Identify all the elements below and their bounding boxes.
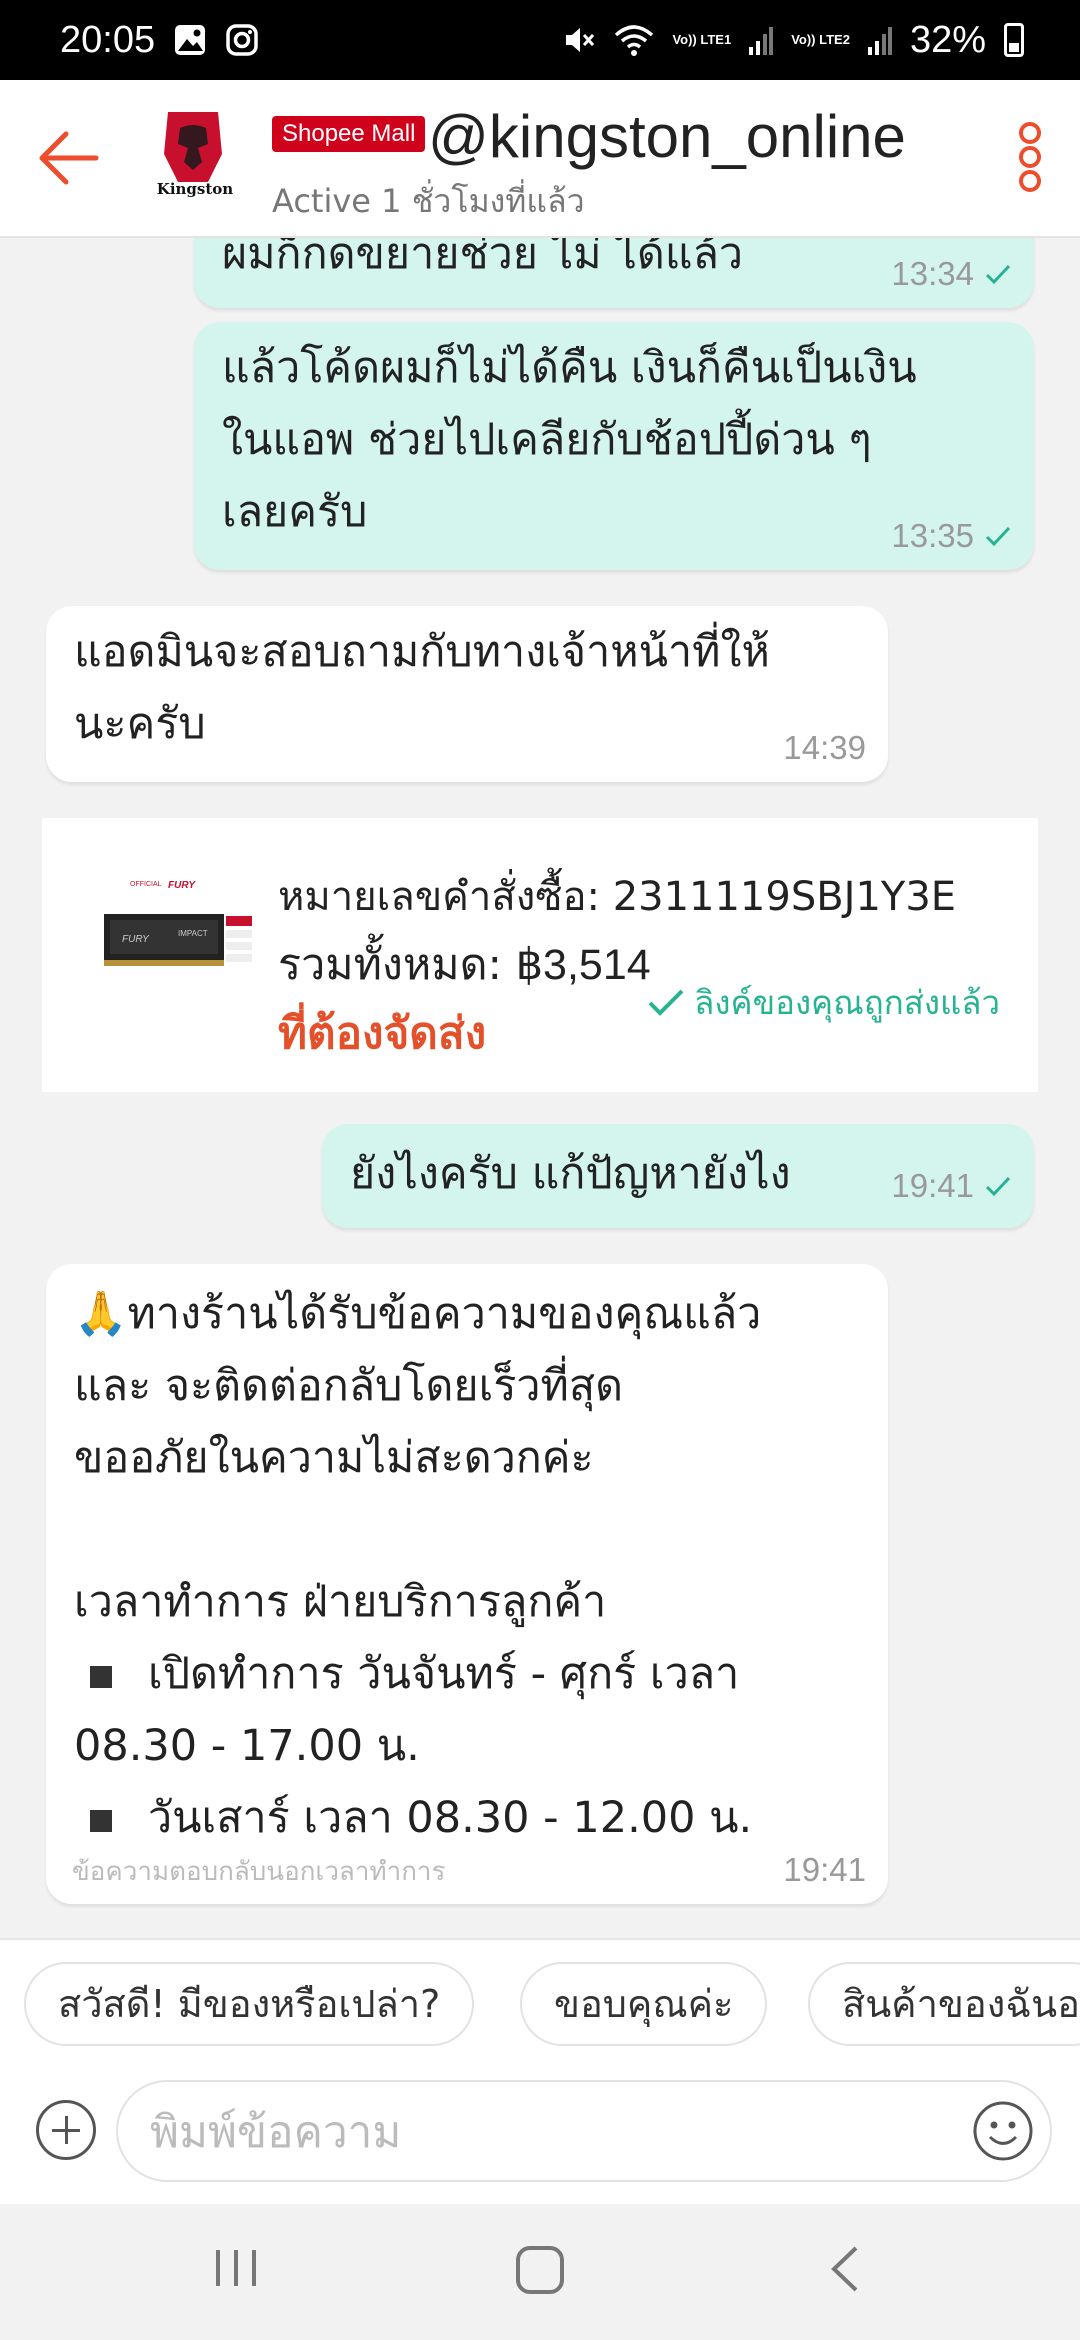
mute-icon: [562, 23, 596, 57]
message-time: 13:34: [891, 254, 1012, 294]
auto-reply-note: ข้อความตอบกลับนอกเวลาทำการ: [72, 1857, 446, 1887]
message-line: 08.30 - 17.00 น.: [74, 1721, 420, 1771]
instagram-icon: [225, 23, 259, 57]
home-icon[interactable]: [514, 2244, 566, 2296]
message-line: แอดมินจะสอบถามกับทางเจ้าหน้าที่ให้: [74, 627, 770, 677]
chat-header: Kingston Shopee Mall @kingston_online Ac…: [0, 80, 1080, 238]
order-status: ที่ต้องจัดส่ง: [278, 1008, 487, 1059]
battery-icon: [1004, 23, 1024, 57]
quick-reply-chip[interactable]: สินค้าของฉันอ: [808, 1962, 1080, 2046]
gallery-icon: [173, 23, 207, 57]
message-line: ในแอพ ช่วยไปเคลียกับช้อปปี้ด่วน ๆ: [222, 415, 872, 465]
battery-percent: 32%: [909, 18, 986, 61]
message-time: 14:39: [783, 729, 866, 766]
quick-reply-chip[interactable]: ขอบคุณค่ะ: [520, 1962, 768, 2046]
message-time: 19:41: [891, 1166, 1012, 1206]
message-line: ทางร้านได้รับข้อความของคุณแล้ว: [127, 1289, 762, 1339]
link-sent-status: ลิงค์ของคุณถูกส่งแล้ว: [646, 976, 1000, 1029]
lte1-indicator: Vo)) LTE1: [672, 32, 732, 47]
emoji-icon[interactable]: [972, 2100, 1034, 2162]
message-input[interactable]: [148, 2082, 972, 2182]
order-number: หมายเลขคำสั่งซื้อ: 2311119SBJ1Y3E: [278, 874, 957, 920]
check-icon: [648, 989, 684, 1016]
message-bubble-sent[interactable]: ยังไงครับ แก้ปัญหายังไง 19:41: [322, 1124, 1034, 1228]
svg-text:OFFICIAL: OFFICIAL: [130, 881, 162, 888]
shopee-mall-badge: Shopee Mall: [272, 116, 426, 152]
lte2-indicator: Vo)) LTE2: [791, 32, 850, 47]
kingston-logo-text: Kingston: [156, 180, 234, 198]
message-input-wrapper: [116, 2080, 1052, 2182]
message-composer: [0, 2070, 1080, 2204]
signal-icon: [867, 25, 892, 55]
message-line: และ จะติดต่อกลับโดยเร็วที่สุด: [74, 1361, 624, 1411]
add-attachment-icon[interactable]: [36, 2100, 96, 2160]
message-line: วันเสาร์ เวลา 08.30 - 12.00 น.: [148, 1793, 753, 1843]
wifi-icon: [614, 23, 654, 57]
message-line: นะครับ: [74, 699, 206, 749]
message-line: เปิดทำการ วันจันทร์ - ศุกร์ เวลา: [148, 1649, 740, 1699]
message-bubble-sent[interactable]: แล้วโค้ดผมก็ไม่ได้คืน เงินก็คืนเป็นเงิน …: [194, 322, 1034, 570]
sent-check-icon: [985, 526, 1011, 547]
clock: 20:05: [60, 18, 156, 61]
product-thumbnail[interactable]: OFFICIAL FURY FURY IMPACT: [102, 874, 254, 986]
shop-name[interactable]: @kingston_online: [428, 102, 906, 171]
sent-check-icon: [985, 1176, 1011, 1197]
svg-text:IMPACT: IMPACT: [178, 929, 208, 938]
system-nav-bar: [0, 2204, 1080, 2340]
more-options-icon[interactable]: [1018, 122, 1042, 192]
signal-icon: [749, 25, 774, 55]
order-total: รวมทั้งหมด: ฿3,514: [278, 940, 651, 990]
status-bar: 20:05 Vo)) LTE1 Vo)) LTE2 32%: [0, 0, 1080, 80]
message-time: 13:35: [891, 516, 1012, 556]
quick-reply-bar: สวัสดี! มีของหรือเปล่า? ขอบคุณค่ะ สินค้า…: [0, 1938, 1080, 2072]
message-line: แล้วโค้ดผมก็ไม่ได้คืน เงินก็คืนเป็นเงิน: [222, 343, 917, 393]
bullet-icon: [90, 1809, 112, 1832]
message-bubble-received[interactable]: แอดมินจะสอบถามกับทางเจ้าหน้าที่ให้ นะครั…: [46, 606, 888, 782]
svg-text:FURY: FURY: [122, 934, 150, 945]
message-line: ขออภัยในความไม่สะดวกค่ะ: [74, 1433, 594, 1483]
message-line: เวลาทำการ ฝ่ายบริการลูกค้า: [74, 1577, 607, 1627]
pray-emoji-icon: 🙏: [74, 1289, 128, 1339]
back-arrow-icon[interactable]: [36, 128, 100, 192]
message-time: 19:41: [783, 1851, 866, 1888]
order-card[interactable]: OFFICIAL FURY FURY IMPACT หมายเลขคำสั่งซ…: [42, 818, 1038, 1092]
auto-reply-bubble[interactable]: 🙏ทางร้านได้รับข้อความของคุณแล้ว และ จะติ…: [46, 1264, 888, 1904]
recent-apps-icon[interactable]: [212, 2244, 260, 2292]
back-nav-icon[interactable]: [826, 2244, 866, 2294]
active-status: Active 1 ชั่วโมงที่แล้ว: [272, 182, 585, 220]
svg-text:FURY: FURY: [168, 880, 196, 891]
sent-check-icon: [985, 264, 1011, 285]
bullet-icon: [90, 1665, 112, 1688]
message-line: เลยครับ: [222, 487, 368, 537]
quick-reply-chip[interactable]: สวัสดี! มีของหรือเปล่า?: [24, 1962, 475, 2046]
